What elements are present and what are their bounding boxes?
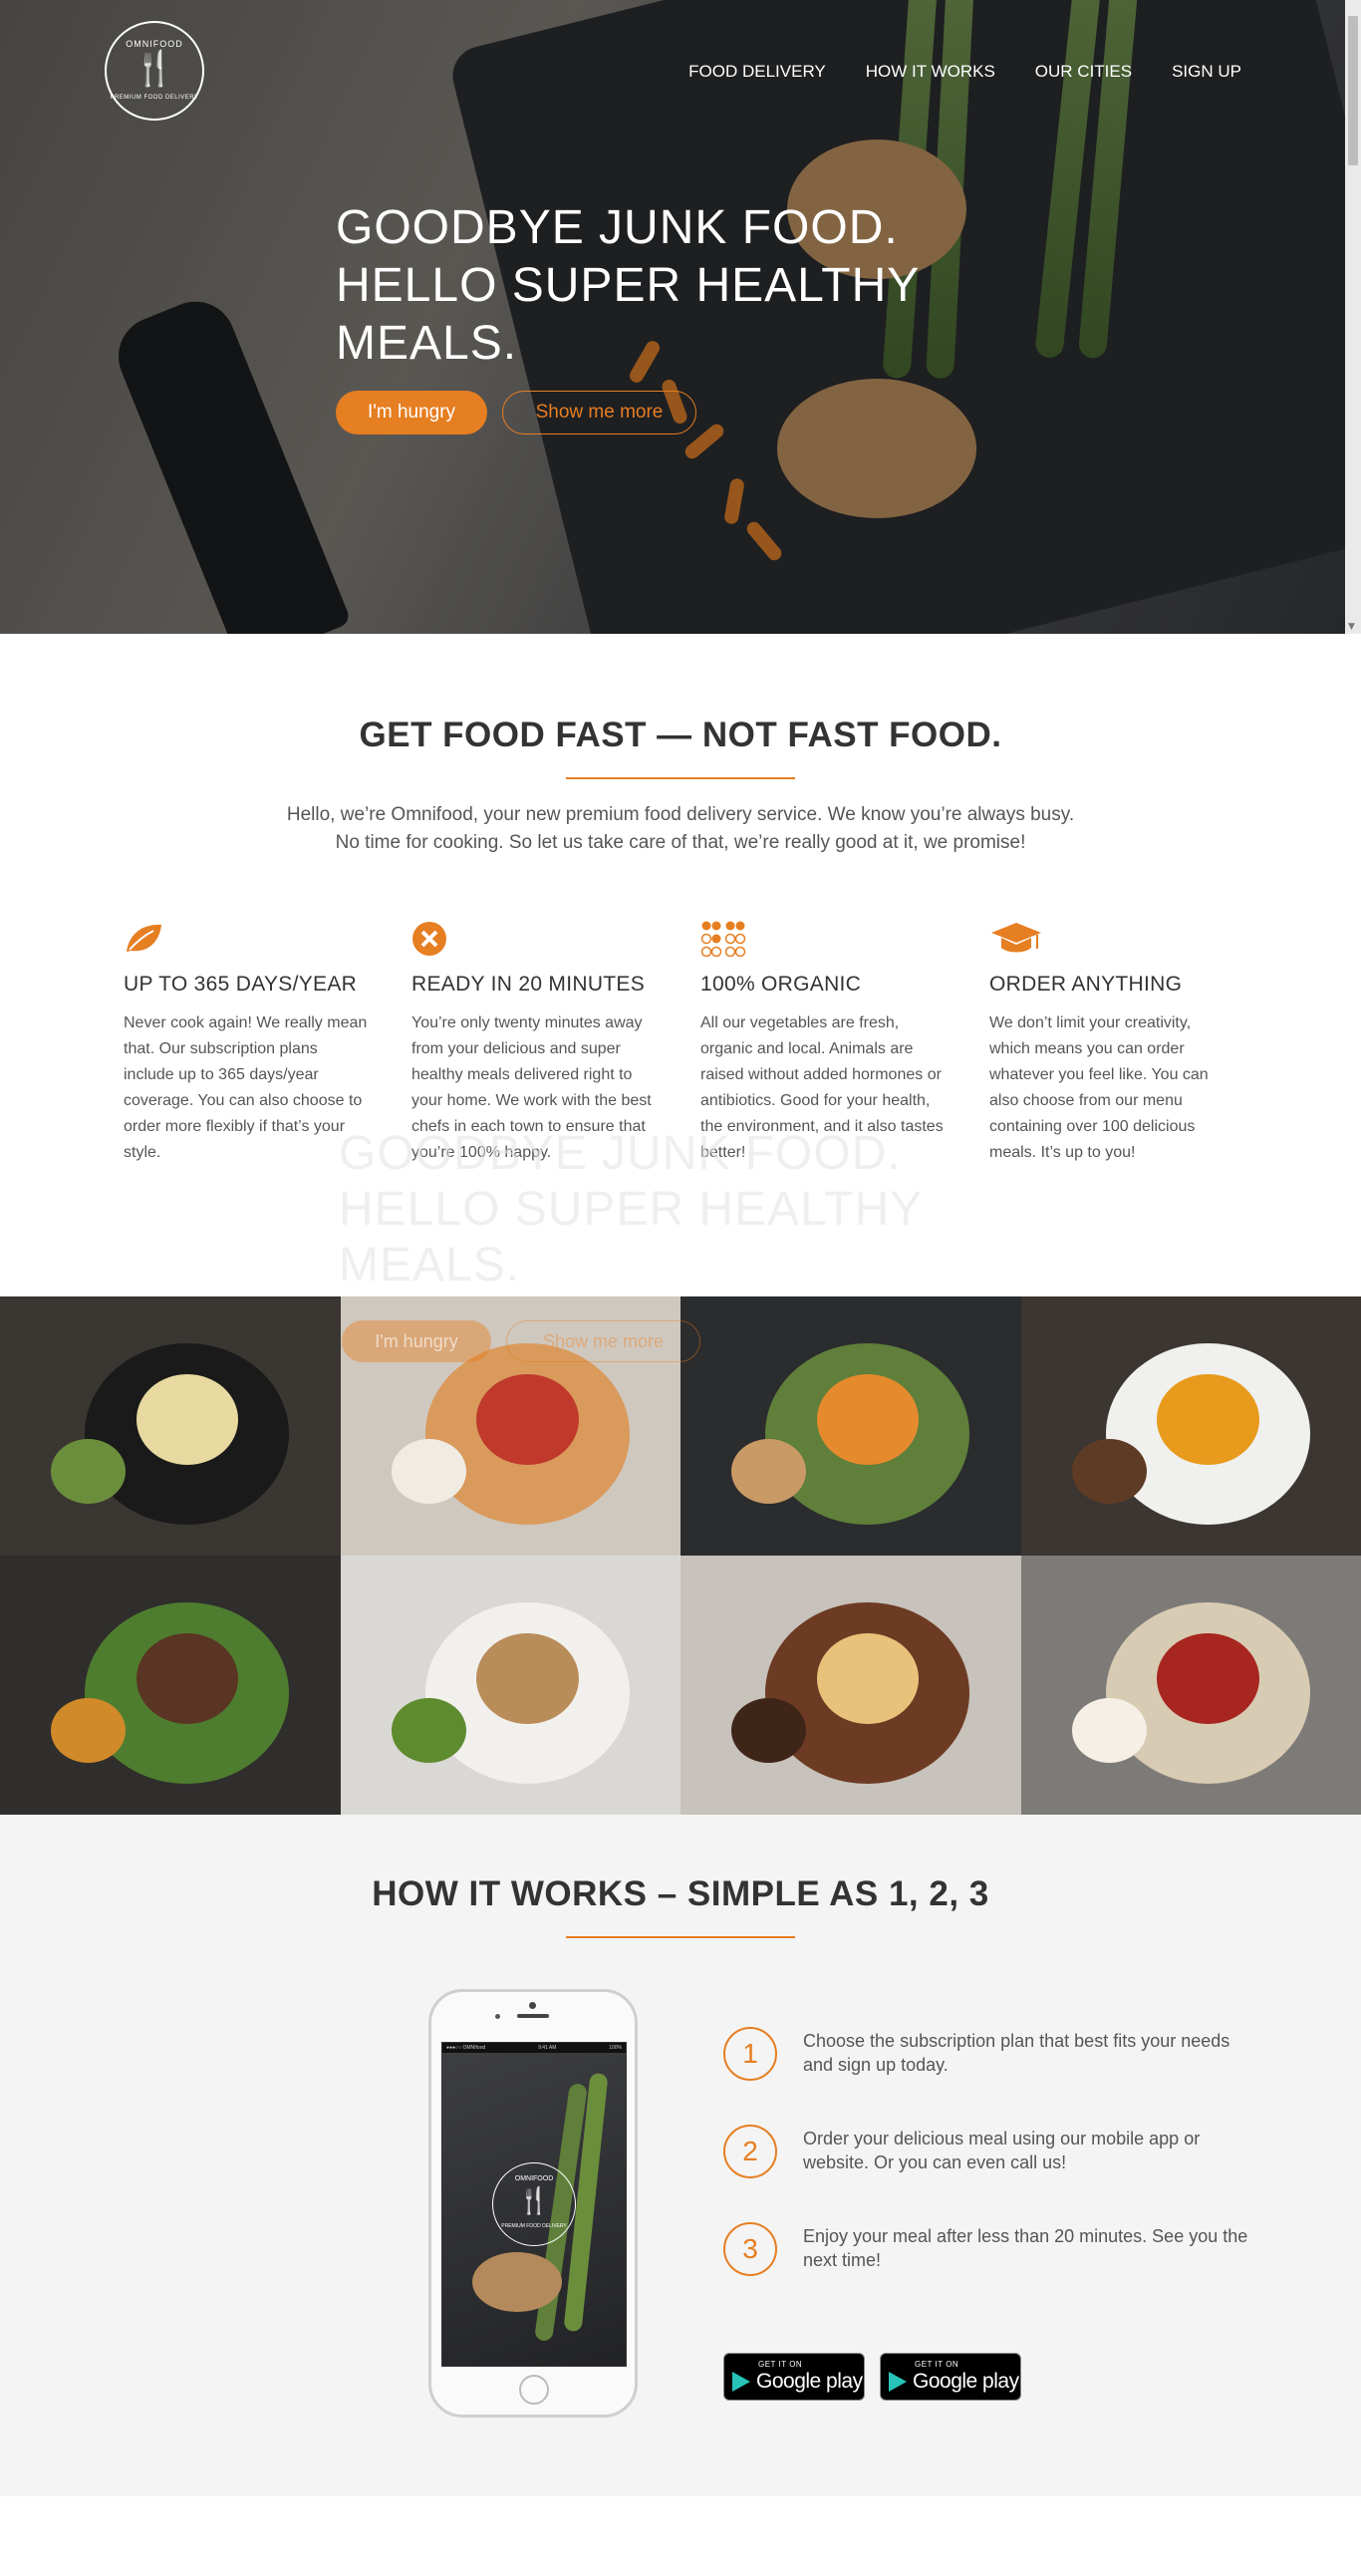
google-play-icon (889, 2372, 907, 2392)
step-1: 1 Choose the subscription plan that best… (723, 2027, 1261, 2087)
phone-sensor (495, 2014, 500, 2019)
meal-food-shape (1157, 1633, 1259, 1724)
hero-section: OMNIFOOD 🍴 PREMIUM FOOD DELIVERY Food de… (0, 0, 1361, 634)
logo-tagline: PREMIUM FOOD DELIVERY (110, 95, 199, 101)
omnifood-logo[interactable]: OMNIFOOD 🍴 PREMIUM FOOD DELIVERY (105, 21, 204, 121)
meal-photo-chicken-asparagus (680, 1296, 1021, 1556)
hero-title: Goodbye junk food. Hello super healthy m… (336, 199, 953, 373)
meal-photo-sandwich (340, 1556, 680, 1815)
how-it-works-section: HOW IT WORKS – SIMPLE AS 1, 2, 3 ●●●○○ O… (0, 1815, 1361, 2496)
step-number: 1 (723, 2027, 777, 2081)
meal-food-shape (476, 1633, 579, 1724)
phone-chicken-image (472, 2252, 562, 2312)
meal-photo-burger (680, 1556, 1021, 1815)
meal-food-shape (136, 1633, 239, 1724)
meal-food-shape (51, 1698, 127, 1763)
fork-knife-icon: 🍴 (133, 49, 176, 89)
phone-omnifood-logo: OMNIFOOD 🍴 PREMIUM FOOD DELIVERY (492, 2162, 576, 2246)
phone-speaker (517, 2014, 549, 2018)
phone-time: 9:41 AM (538, 2045, 557, 2051)
features-intro: Hello, we’re Omnifood, your new premium … (286, 804, 1075, 853)
badge-caption: GET IT ON (758, 2360, 803, 2369)
meal-photo-steak (0, 1556, 341, 1815)
phone-home-button (519, 2375, 549, 2405)
meal-food-shape (816, 1633, 920, 1724)
badge-store-name: Google play (913, 2370, 1019, 2393)
hero-title-line: meals. (336, 317, 518, 370)
phone-screen: ●●●○○ OMNIfood 9:41 AM 100% OMNIFOOD 🍴 P… (441, 2042, 627, 2367)
feature-item: ORDER ANYTHING We don’t limit your creat… (989, 921, 1233, 1166)
page-scrollbar[interactable]: ▼ (1345, 0, 1361, 634)
scroll-down-arrow-icon[interactable]: ▼ (1348, 622, 1355, 632)
leaf-icon (124, 921, 368, 959)
feature-title: UP TO 365 DAYS/YEAR (124, 973, 358, 996)
step-number: 3 (723, 2222, 777, 2276)
meal-food-shape (136, 1374, 239, 1465)
hero-title-line: Goodbye junk food. (336, 201, 899, 254)
hero-title-line: Hello super healthy (336, 259, 921, 312)
iphone-mockup: ●●●○○ OMNIfood 9:41 AM 100% OMNIFOOD 🍴 P… (428, 1989, 638, 2418)
ghost-hero-title-line: meals. (339, 1239, 521, 1291)
meal-food-shape (816, 1374, 920, 1465)
badge-store-name: Google play (756, 2370, 863, 2393)
show-me-more-button[interactable]: Show me more (502, 391, 696, 434)
google-play-icon (732, 2372, 750, 2392)
google-play-badge[interactable]: GET IT ON Google play (723, 2353, 865, 2401)
feature-text: We don’t limit your creativity, which me… (989, 1014, 1209, 1161)
nav-how-it-works[interactable]: How it works (866, 62, 995, 82)
feature-item: UP TO 365 DAYS/YEAR Never cook again! We… (124, 921, 368, 1166)
meal-photo-granola (1020, 1556, 1361, 1815)
scrollbar-thumb[interactable] (1348, 16, 1358, 165)
feature-title: READY IN 20 MINUTES (411, 973, 646, 996)
nav-our-cities[interactable]: Our cities (1035, 62, 1132, 82)
ghost-im-hungry-button: I'm hungry (342, 1320, 491, 1362)
phone-status-bar: ●●●○○ OMNIfood 9:41 AM 100% (442, 2043, 626, 2053)
meal-photo-bibimbap (0, 1296, 341, 1556)
badge-caption: GET IT ON (915, 2360, 959, 2369)
nav-sign-up[interactable]: Sign up (1172, 62, 1241, 82)
step-text: Order your delicious meal using our mobi… (803, 2129, 1201, 2172)
graduation-cap-icon (989, 921, 1233, 959)
feature-text: Never cook again! We really mean that. O… (124, 1014, 368, 1161)
phone-camera (529, 2002, 536, 2009)
meal-food-shape (1157, 1374, 1259, 1465)
phone-carrier: ●●●○○ OMNIfood (446, 2045, 486, 2051)
phone-battery: 100% (609, 2045, 622, 2051)
meals-gallery (0, 1296, 1361, 1815)
meal-food-shape (391, 1698, 466, 1763)
ghost-hero-title-line: Goodbye junk food. (339, 1127, 902, 1180)
section-divider (566, 777, 795, 779)
meal-food-shape (1071, 1439, 1147, 1504)
dots-icon (700, 921, 945, 959)
feature-title: 100% ORGANIC (700, 973, 862, 996)
meal-food-shape (731, 1439, 807, 1504)
feature-title: ORDER ANYTHING (989, 973, 1183, 996)
step-text: Choose the subscription plan that best f… (803, 2031, 1230, 2075)
ghost-hero-title: Goodbye junk food. Hello super healthy m… (339, 1126, 956, 1293)
meal-food-shape (1071, 1698, 1147, 1763)
meal-food-shape (731, 1698, 807, 1763)
phone-logo-tagline: PREMIUM FOOD DELIVERY (501, 2223, 567, 2229)
close-circle-icon (411, 921, 656, 959)
step-2: 2 Order your delicious meal using our mo… (723, 2125, 1261, 2184)
how-title: HOW IT WORKS – SIMPLE AS 1, 2, 3 (372, 1874, 989, 1913)
section-divider (566, 1936, 795, 1938)
fork-knife-icon: 🍴 (517, 2186, 551, 2216)
meal-food-shape (391, 1439, 466, 1504)
main-nav: Food delivery How it works Our cities Si… (688, 62, 1241, 82)
features-title: GET FOOD FAST — NOT FAST FOOD. (359, 716, 1002, 754)
step-number: 2 (723, 2125, 777, 2178)
phone-logo-brand: OMNIFOOD (514, 2175, 554, 2182)
logo-brand: OMNIFOOD (126, 39, 183, 49)
ghost-hero-title-line: Hello super healthy (339, 1183, 924, 1236)
im-hungry-button[interactable]: I'm hungry (336, 391, 487, 434)
meal-food-shape (51, 1439, 127, 1504)
google-play-badge[interactable]: GET IT ON Google play (880, 2353, 1021, 2401)
nav-food-delivery[interactable]: Food delivery (688, 62, 826, 82)
step-text: Enjoy your meal after less than 20 minut… (803, 2226, 1248, 2270)
meal-photo-pumpkin-soup (1020, 1296, 1361, 1556)
meal-food-shape (476, 1374, 579, 1465)
ghost-show-me-more-button: Show me more (506, 1320, 700, 1362)
step-3: 3 Enjoy your meal after less than 20 min… (723, 2222, 1261, 2282)
